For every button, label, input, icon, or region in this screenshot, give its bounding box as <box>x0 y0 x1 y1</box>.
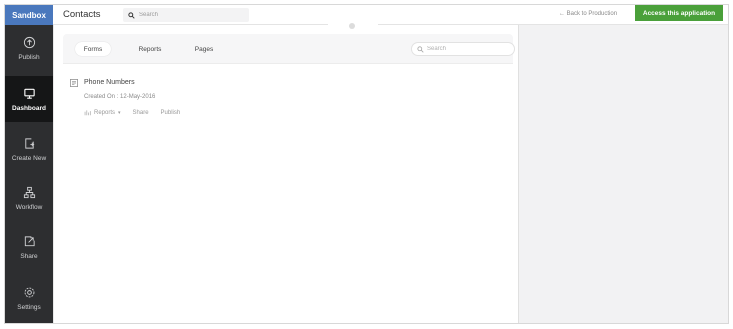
sidebar-item-label: Workflow <box>15 203 43 211</box>
sidebar-item-label: Settings <box>17 303 41 311</box>
form-actions: Reports ▾ Share Publish <box>84 109 192 116</box>
tabs-bar: Forms Reports Pages <box>63 34 515 64</box>
tab-pages[interactable]: Pages <box>189 42 219 56</box>
workflow-icon <box>23 186 35 198</box>
sidebar-item-label: Share <box>20 252 38 260</box>
app-window: Sandbox Publish Dashboard Create New Wor… <box>4 4 729 324</box>
monitor-icon <box>23 88 35 99</box>
search-icon <box>128 11 135 19</box>
sidebar-item-share[interactable]: Share <box>5 224 53 270</box>
sidebar-item-label: Create New <box>11 154 47 162</box>
top-header: Contacts ← Back to Production Access thi… <box>53 5 728 25</box>
brand-badge[interactable]: Sandbox <box>5 5 53 25</box>
chevron-down-icon: ▾ <box>118 109 121 116</box>
sidebar-item-label: Publish <box>18 53 40 61</box>
share-icon <box>24 235 35 246</box>
access-application-button[interactable]: Access this application <box>635 5 723 21</box>
created-date: Created On : 12-May-2016 <box>84 94 156 100</box>
share-action[interactable]: Share <box>133 110 149 116</box>
tab-forms[interactable]: Forms <box>75 42 111 56</box>
pull-down-handle[interactable] <box>328 23 378 31</box>
app-title: Contacts <box>63 9 101 20</box>
publish-action[interactable]: Publish <box>161 110 181 116</box>
reports-icon <box>84 110 91 116</box>
handle-icon <box>349 23 355 29</box>
form-name[interactable]: Phone Numbers <box>84 79 135 86</box>
sidebar-item-settings[interactable]: Settings <box>5 275 53 321</box>
forms-search[interactable] <box>411 42 515 56</box>
search-input[interactable] <box>139 12 239 18</box>
global-search[interactable] <box>123 8 249 22</box>
sidebar-item-workflow[interactable]: Workflow <box>5 175 53 221</box>
sidebar-item-dashboard[interactable]: Dashboard <box>5 76 53 122</box>
sidebar-item-create-new[interactable]: Create New <box>5 126 53 172</box>
sidebar: Publish Dashboard Create New Workflow Sh… <box>5 25 53 323</box>
forms-search-input[interactable] <box>427 46 507 52</box>
reports-dropdown[interactable]: Reports ▾ <box>84 109 121 116</box>
tab-reports[interactable]: Reports <box>131 42 169 56</box>
sidebar-item-publish[interactable]: Publish <box>5 25 53 71</box>
main-panel: Forms Reports Pages Phone Numbers Create… <box>53 25 519 323</box>
search-icon <box>417 45 424 53</box>
sidebar-item-label: Dashboard <box>12 104 46 112</box>
gear-icon <box>24 287 34 297</box>
back-to-production-link[interactable]: ← Back to Production <box>559 11 617 17</box>
reports-label: Reports <box>94 109 116 116</box>
upload-icon <box>23 36 35 48</box>
form-icon <box>70 79 78 87</box>
create-new-icon <box>24 137 34 149</box>
